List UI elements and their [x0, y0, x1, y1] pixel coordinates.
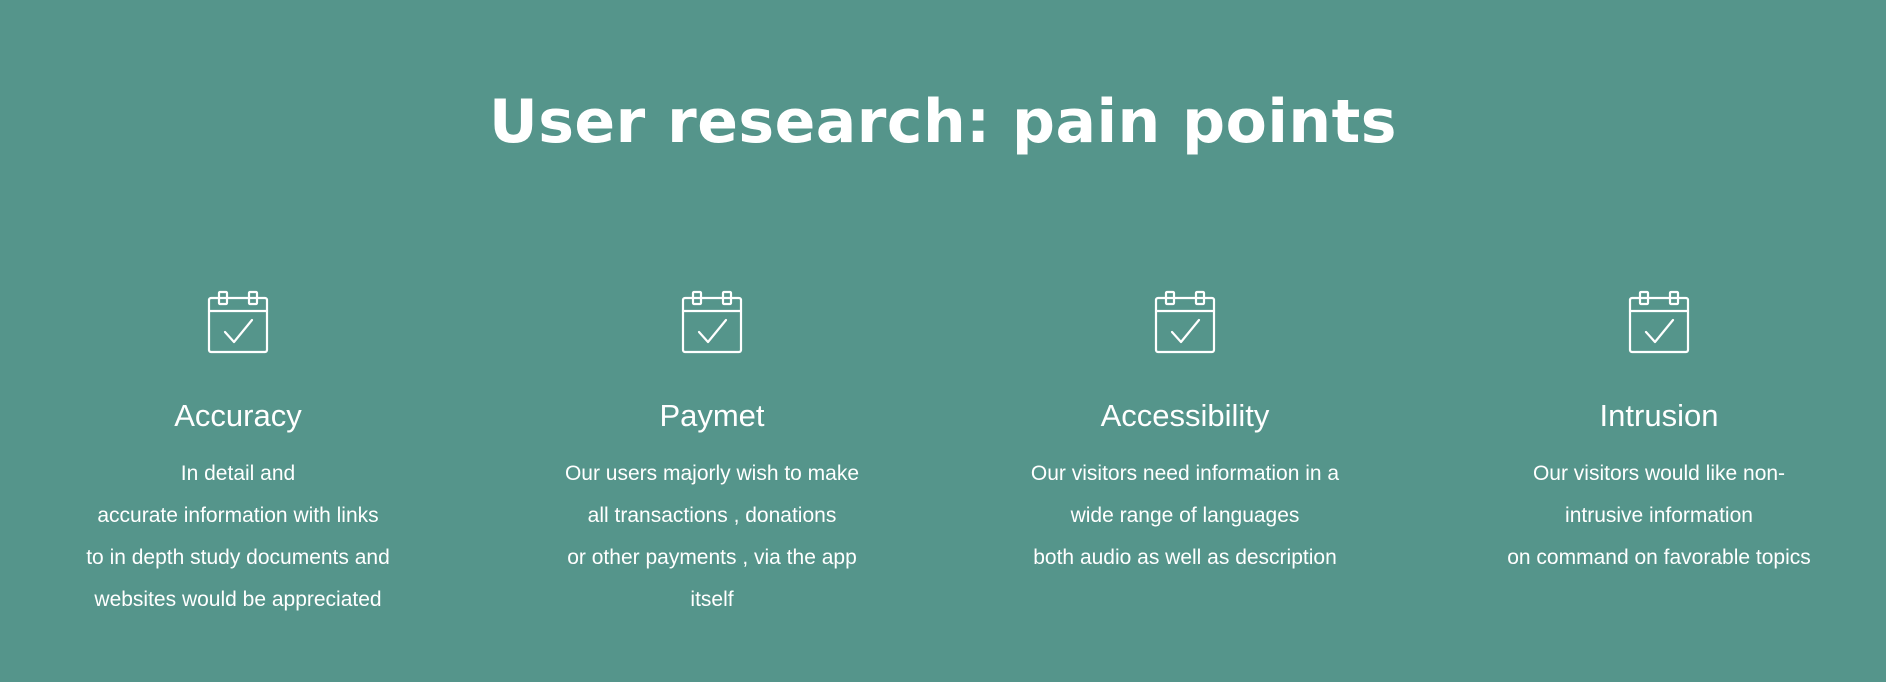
pain-point-card-accessibility: Accessibility Our visitors need informat…: [975, 290, 1395, 579]
card-title: Paymet: [659, 398, 765, 433]
calendar-check-icon: [680, 290, 744, 354]
card-title: Intrusion: [1599, 398, 1719, 433]
card-description-line: itself: [690, 588, 734, 611]
card-description-line: Our visitors would like non-: [1532, 462, 1786, 485]
card-description: Our visitors need information in a wide …: [975, 453, 1395, 579]
card-description-line: wide range of languages: [1070, 504, 1300, 527]
pain-point-card-accuracy: Accuracy In detail and accurate informat…: [28, 290, 448, 621]
card-description-line: all transactions , donations: [587, 504, 837, 527]
card-description: Our users majorly wish to make all trans…: [502, 453, 922, 621]
card-description-line: on command on favorable topics: [1507, 546, 1811, 569]
card-title: Accuracy: [174, 398, 302, 433]
card-description-line: websites would be appreciated: [94, 588, 382, 611]
card-description-line: intrusive information: [1565, 504, 1753, 527]
card-description: In detail and accurate information with …: [28, 453, 448, 621]
card-description: Our visitors would like non- intrusive i…: [1449, 453, 1869, 579]
pain-point-card-intrusion: Intrusion Our visitors would like non- i…: [1449, 290, 1869, 579]
card-description-line: or other payments , via the app: [567, 546, 857, 569]
calendar-check-icon: [206, 290, 270, 354]
card-description-line: accurate information with links: [97, 504, 379, 527]
card-description-line: Our users majorly wish to make: [564, 462, 860, 485]
card-title: Accessibility: [1100, 398, 1270, 433]
pain-point-card-payment: Paymet Our users majorly wish to make al…: [502, 290, 922, 621]
pain-points-grid: Accuracy In detail and accurate informat…: [0, 290, 1886, 670]
card-description-line: to in depth study documents and: [86, 546, 390, 569]
page-title: User research: pain points: [489, 87, 1397, 157]
calendar-check-icon: [1627, 290, 1691, 354]
card-description-line: In detail and: [180, 462, 296, 485]
card-description-line: both audio as well as description: [1033, 546, 1337, 569]
card-description-line: Our visitors need information in a: [1030, 462, 1340, 485]
calendar-check-icon: [1153, 290, 1217, 354]
